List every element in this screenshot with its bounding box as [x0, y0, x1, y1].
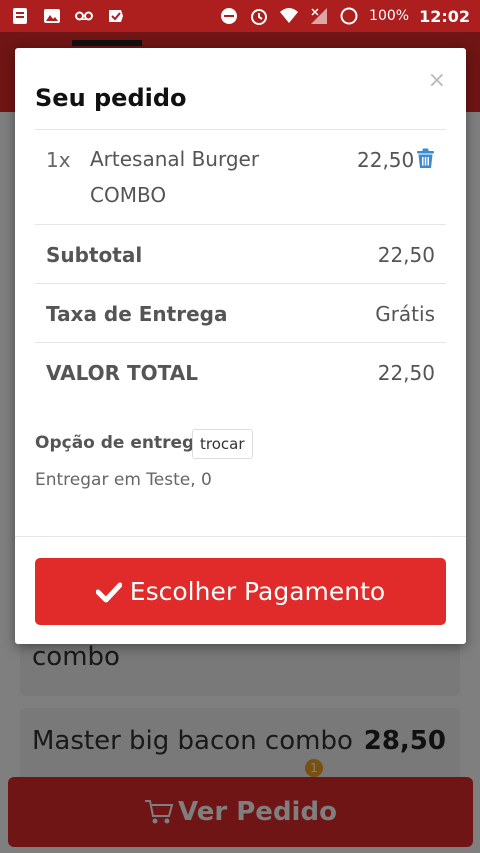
dnd-icon	[221, 8, 238, 24]
divider	[35, 224, 446, 225]
wifi-icon	[280, 8, 299, 23]
signal-icon	[311, 8, 328, 24]
subtotal-value: 22,50	[377, 243, 435, 267]
status-right-icons: 100% 12:02	[219, 6, 470, 26]
divider	[15, 536, 466, 537]
delivery-fee-label: Taxa de Entrega	[46, 302, 228, 326]
notes-icon	[13, 8, 27, 24]
order-item-qty: 1x	[46, 148, 71, 172]
trash-icon[interactable]	[416, 148, 435, 169]
change-delivery-button[interactable]: trocar	[192, 429, 253, 459]
alarm-icon	[251, 9, 268, 25]
close-icon[interactable]: ×	[428, 70, 446, 92]
checkmark-icon	[95, 582, 122, 602]
delivery-fee-value: Grátis	[375, 302, 435, 326]
divider	[35, 129, 446, 130]
choose-payment-button[interactable]: Escolher Pagamento	[35, 558, 446, 625]
voicemail-icon	[75, 11, 93, 21]
status-bar: 100% 12:02	[0, 0, 480, 32]
battery-percent: 100%	[369, 8, 410, 24]
image-icon	[44, 9, 60, 23]
order-modal: × Seu pedido 1x Artesanal Burger COMBO 2…	[15, 48, 466, 644]
delivery-option-label: Opção de entrega	[35, 433, 206, 453]
subtotal-label: Subtotal	[46, 243, 143, 267]
battery-icon	[340, 7, 358, 25]
total-label: VALOR TOTAL	[46, 361, 198, 385]
check-icon	[109, 10, 123, 22]
delivery-address: Entregar em Teste, 0	[35, 470, 212, 490]
total-value: 22,50	[377, 361, 435, 385]
divider	[35, 283, 446, 284]
modal-title: Seu pedido	[35, 84, 187, 112]
status-left-icons	[10, 6, 126, 26]
order-item-name: Artesanal Burger COMBO	[90, 147, 260, 207]
clock-time: 12:02	[419, 6, 470, 26]
divider	[35, 342, 446, 343]
choose-payment-label: Escolher Pagamento	[129, 577, 386, 606]
order-item-price: 22,50	[357, 148, 415, 172]
